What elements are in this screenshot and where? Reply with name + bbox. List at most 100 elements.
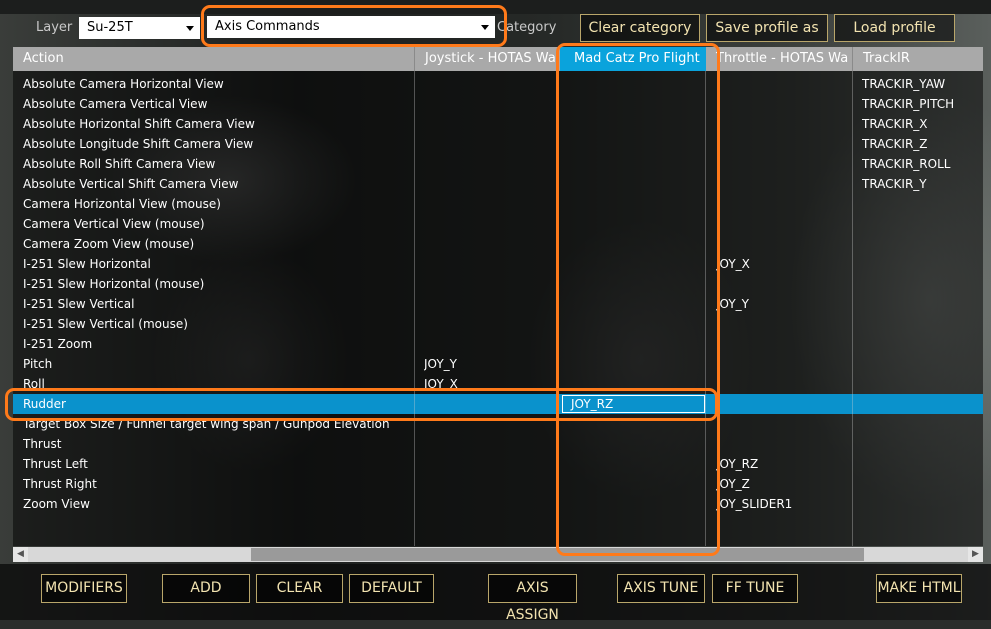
throttle-cell[interactable] [716, 334, 851, 354]
trackir-cell[interactable]: TRACKIR_Y [862, 174, 982, 194]
trackir-cell[interactable]: TRACKIR_Z [862, 134, 982, 154]
joystick-cell[interactable] [424, 314, 564, 334]
trackir-cell[interactable] [862, 314, 982, 334]
joystick-cell[interactable] [424, 234, 564, 254]
axis-tune-button[interactable]: AXIS TUNE [617, 574, 705, 603]
joystick-cell[interactable] [424, 254, 564, 274]
mad-catz-cell[interactable] [567, 114, 707, 134]
trackir-cell[interactable] [862, 454, 982, 474]
joystick-cell[interactable]: JOY_Y [424, 354, 564, 374]
table-row[interactable]: I-251 Slew Horizontal JOY_X [13, 254, 983, 274]
table-row[interactable]: Roll JOY_X [13, 374, 983, 394]
clear-button[interactable]: CLEAR [256, 574, 343, 603]
throttle-cell[interactable] [716, 74, 851, 94]
action-cell[interactable]: Thrust Left [23, 454, 418, 474]
trackir-cell[interactable] [862, 274, 982, 294]
action-cell[interactable]: Absolute Camera Vertical View [23, 94, 418, 114]
table-row[interactable]: Thrust Right JOY_Z [13, 474, 983, 494]
throttle-cell[interactable]: JOY_Y [716, 294, 851, 314]
action-cell[interactable]: I-251 Slew Vertical [23, 294, 418, 314]
ff-tune-button[interactable]: FF TUNE [712, 574, 798, 603]
default-button[interactable]: DEFAULT [349, 574, 434, 603]
modifiers-button[interactable]: MODIFIERS [41, 574, 127, 603]
horizontal-scrollbar[interactable]: ◀ ▶ [13, 547, 983, 562]
trackir-cell[interactable] [862, 194, 982, 214]
action-cell[interactable]: Target Box Size / Funnel target wing spa… [23, 414, 418, 434]
scroll-thumb[interactable] [251, 548, 864, 561]
mad-catz-cell[interactable] [567, 254, 707, 274]
table-row[interactable]: Absolute Roll Shift Camera View TRACKIR_R… [13, 154, 983, 174]
trackir-cell[interactable]: TRACKIR_PITCH [862, 94, 982, 114]
column-joystick[interactable]: Joystick - HOTAS Wa [414, 47, 560, 71]
joystick-cell[interactable] [424, 334, 564, 354]
joystick-cell[interactable] [424, 474, 564, 494]
throttle-cell[interactable] [716, 234, 851, 254]
table-row[interactable]: Target Box Size / Funnel target wing spa… [13, 414, 983, 434]
action-cell[interactable]: I-251 Slew Horizontal (mouse) [23, 274, 418, 294]
joystick-cell[interactable] [424, 494, 564, 514]
action-cell[interactable]: Roll [23, 374, 418, 394]
column-throttle[interactable]: Throttle - HOTAS Wa [706, 47, 852, 71]
clear-category-button[interactable]: Clear category [580, 14, 700, 42]
save-profile-button[interactable]: Save profile as [706, 14, 828, 42]
mad-catz-cell[interactable] [567, 354, 707, 374]
trackir-cell[interactable] [862, 234, 982, 254]
throttle-cell[interactable] [716, 174, 851, 194]
table-row[interactable]: Pitch JOY_Y [13, 354, 983, 374]
action-cell[interactable]: I-251 Slew Horizontal [23, 254, 418, 274]
action-cell[interactable]: I-251 Slew Vertical (mouse) [23, 314, 418, 334]
table-row[interactable]: Thrust [13, 434, 983, 454]
action-cell[interactable]: Rudder [23, 394, 418, 414]
table-row[interactable]: Absolute Longitude Shift Camera View TRAC… [13, 134, 983, 154]
mad-catz-cell[interactable] [567, 274, 707, 294]
throttle-cell[interactable] [716, 214, 851, 234]
table-row[interactable]: I-251 Slew Vertical JOY_Y [13, 294, 983, 314]
joystick-cell[interactable] [424, 94, 564, 114]
table-row[interactable]: Thrust Left JOY_RZ [13, 454, 983, 474]
trackir-cell[interactable]: TRACKIR_YAW [862, 74, 982, 94]
trackir-cell[interactable]: TRACKIR_X [862, 114, 982, 134]
joystick-cell[interactable] [424, 454, 564, 474]
joystick-cell[interactable] [424, 434, 564, 454]
mad-catz-cell[interactable] [567, 154, 707, 174]
throttle-cell[interactable] [716, 314, 851, 334]
joystick-cell[interactable] [424, 74, 564, 94]
trackir-cell[interactable] [862, 474, 982, 494]
make-html-button[interactable]: MAKE HTML [876, 574, 962, 603]
trackir-cell[interactable] [862, 334, 982, 354]
mad-catz-cell[interactable] [567, 434, 707, 454]
mad-catz-cell[interactable] [567, 474, 707, 494]
throttle-cell[interactable] [716, 134, 851, 154]
action-cell[interactable]: Absolute Horizontal Shift Camera View [23, 114, 418, 134]
action-cell[interactable]: Camera Vertical View (mouse) [23, 214, 418, 234]
table-row[interactable]: Absolute Camera Horizontal View TRACKIR_Y… [13, 74, 983, 94]
column-trackir[interactable]: TrackIR [852, 47, 983, 71]
throttle-cell[interactable] [716, 114, 851, 134]
mad-catz-cell[interactable] [567, 374, 707, 394]
table-row[interactable]: Absolute Camera Vertical View TRACKIR_PIT… [13, 94, 983, 114]
joystick-cell[interactable] [424, 114, 564, 134]
mad-catz-cell[interactable] [567, 414, 707, 434]
action-cell[interactable]: Camera Zoom View (mouse) [23, 234, 418, 254]
mad-catz-cell[interactable] [567, 314, 707, 334]
throttle-cell[interactable]: JOY_RZ [716, 454, 851, 474]
mad-catz-cell[interactable] [567, 494, 707, 514]
joystick-cell[interactable] [424, 394, 564, 414]
mad-catz-cell[interactable] [567, 94, 707, 114]
action-cell[interactable]: Thrust Right [23, 474, 418, 494]
trackir-cell[interactable] [862, 494, 982, 514]
joystick-cell[interactable] [424, 214, 564, 234]
trackir-cell[interactable] [862, 214, 982, 234]
action-cell[interactable]: Absolute Camera Horizontal View [23, 74, 418, 94]
throttle-cell[interactable] [716, 394, 851, 414]
column-action[interactable]: Action [13, 47, 414, 71]
table-row[interactable]: I-251 Slew Horizontal (mouse) [13, 274, 983, 294]
load-profile-button[interactable]: Load profile [834, 14, 955, 42]
action-cell[interactable]: Absolute Roll Shift Camera View [23, 154, 418, 174]
mad-catz-cell[interactable] [567, 294, 707, 314]
table-row[interactable]: I-251 Slew Vertical (mouse) [13, 314, 983, 334]
action-cell[interactable]: Absolute Vertical Shift Camera View [23, 174, 418, 194]
trackir-cell[interactable] [862, 294, 982, 314]
table-row[interactable]: I-251 Zoom [13, 334, 983, 354]
table-row[interactable]: Camera Vertical View (mouse) [13, 214, 983, 234]
